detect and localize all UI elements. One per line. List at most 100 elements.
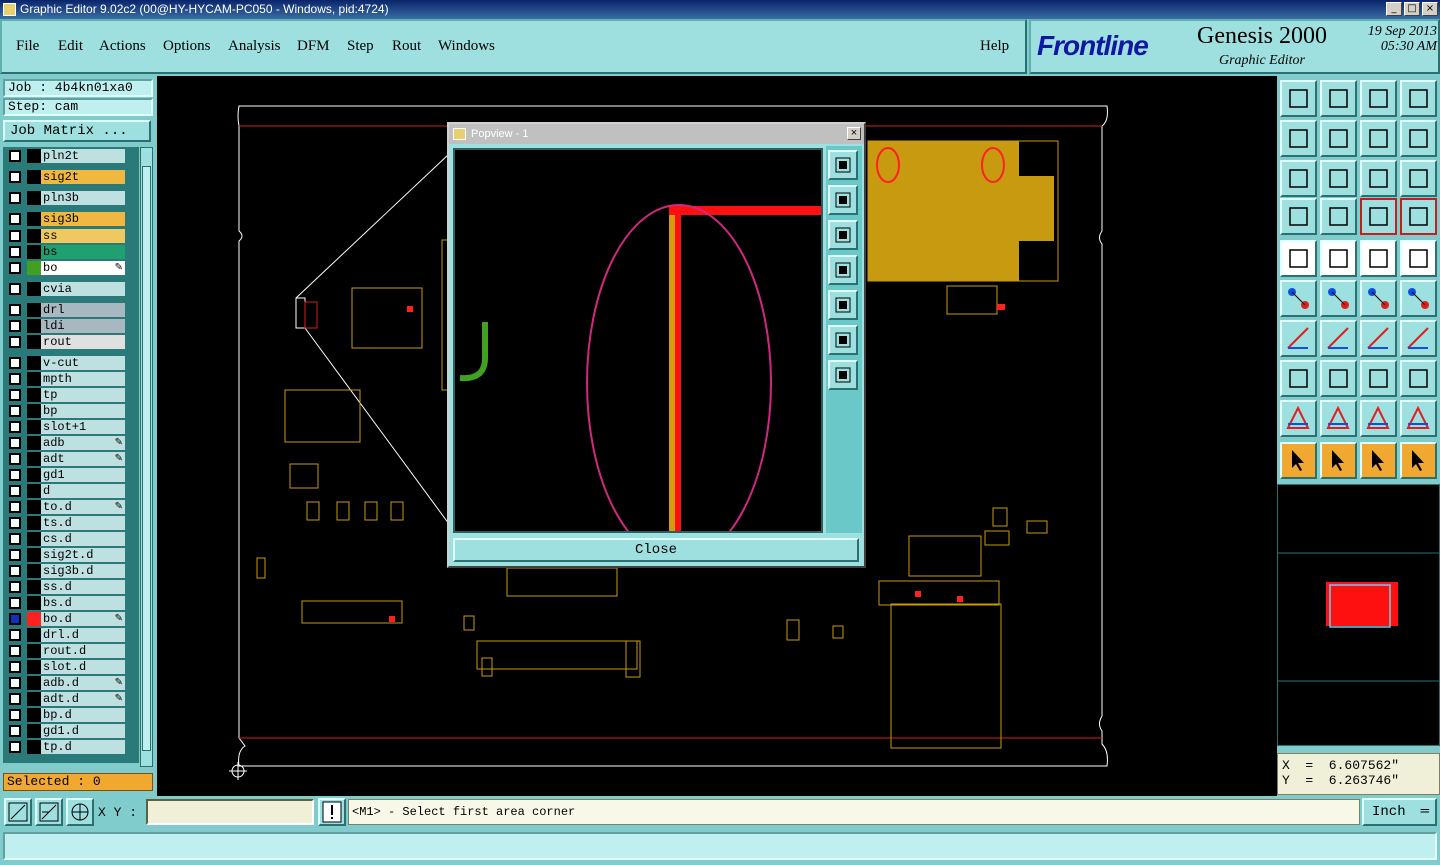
layer-name[interactable]: sig2t [41, 170, 125, 184]
layer-color-swatch[interactable] [27, 596, 41, 610]
circle-button[interactable] [1400, 360, 1437, 397]
layer-name[interactable]: adt [41, 452, 125, 466]
layer-row-sig3b[interactable]: sig3b [5, 212, 129, 226]
layer-row-v-cut[interactable]: v-cut [5, 356, 129, 370]
layer-color-swatch[interactable] [27, 170, 41, 184]
select-net-button[interactable] [1360, 442, 1397, 479]
pan-left-button[interactable] [828, 255, 858, 285]
close-window-button[interactable]: × [1422, 2, 1438, 16]
layer-name[interactable]: bp.d [41, 708, 125, 722]
snap-red-button[interactable] [1360, 198, 1397, 235]
mirror-button[interactable] [1360, 120, 1397, 157]
xy-input[interactable] [146, 799, 314, 825]
layer-color-swatch[interactable] [27, 708, 41, 722]
layer-checkbox[interactable] [9, 597, 21, 609]
node-button[interactable] [1280, 280, 1317, 317]
layer-row-gd1[interactable]: gd1 [5, 468, 129, 482]
help-button[interactable] [1400, 160, 1437, 197]
layer-name[interactable]: adt.d [41, 692, 125, 706]
layer-name[interactable]: drl [41, 303, 125, 317]
popview-titlebar[interactable]: Popview - 1 × [449, 124, 864, 144]
layer-checkbox[interactable] [9, 320, 21, 332]
move-button[interactable] [1400, 280, 1437, 317]
layer-row-bs.d[interactable]: bs.d [5, 596, 129, 610]
layer-name[interactable]: rout [41, 335, 125, 349]
layer-name[interactable]: sig3b [41, 212, 125, 226]
layer-row-gd1.d[interactable]: gd1.d [5, 724, 129, 738]
layer-checkbox[interactable] [9, 693, 21, 705]
layer-checkbox[interactable] [9, 629, 21, 641]
layer-checkbox[interactable] [9, 304, 21, 316]
down-button[interactable] [1320, 80, 1357, 117]
layer-row-tp[interactable]: tp [5, 388, 129, 402]
tri2-button[interactable] [1320, 400, 1357, 437]
layer-name[interactable]: tp [41, 388, 125, 402]
layer-checkbox[interactable] [9, 373, 21, 385]
layer-row-sig2t.d[interactable]: sig2t.d [5, 548, 129, 562]
layer-name[interactable]: adb.d [41, 676, 125, 690]
layer-color-swatch[interactable] [27, 245, 41, 259]
layer-name[interactable]: bo [41, 261, 125, 275]
arc-button[interactable] [1360, 320, 1397, 357]
units-dropdown[interactable]: Inch ═ [1362, 798, 1437, 826]
layer-checkbox[interactable] [9, 405, 21, 417]
layer-row-adt[interactable]: adt ✎ [5, 452, 129, 466]
ruler-button[interactable] [1360, 240, 1397, 277]
pad-add-button[interactable] [1280, 360, 1317, 397]
arrow-button[interactable] [1360, 280, 1397, 317]
diag-button[interactable] [1320, 320, 1357, 357]
select-button[interactable] [1280, 442, 1317, 479]
layer-color-swatch[interactable] [27, 261, 41, 275]
layer-row-ss[interactable]: ss [5, 229, 129, 243]
layer-checkbox[interactable] [9, 725, 21, 737]
layer-row-bs[interactable]: bs [5, 245, 129, 259]
layer-color-swatch[interactable] [27, 724, 41, 738]
layer-checkbox[interactable] [9, 517, 21, 529]
layer-color-swatch[interactable] [27, 532, 41, 546]
layer-name[interactable]: d [41, 484, 125, 498]
layer-row-mpth[interactable]: mpth [5, 372, 129, 386]
layer-row-bp.d[interactable]: bp.d [5, 708, 129, 722]
route-button[interactable] [1400, 442, 1437, 479]
layer-row-ss.d[interactable]: ss.d [5, 580, 129, 594]
layer-row-ts.d[interactable]: ts.d [5, 516, 129, 530]
layer-checkbox[interactable] [9, 336, 21, 348]
layer-color-swatch[interactable] [27, 468, 41, 482]
menu-rout[interactable]: Rout [392, 38, 421, 55]
layer-row-sig3b.d[interactable]: sig3b.d [5, 564, 129, 578]
layer-name[interactable]: mpth [41, 372, 125, 386]
layer-checkbox[interactable] [9, 389, 21, 401]
layer-color-swatch[interactable] [27, 191, 41, 205]
layer-color-swatch[interactable] [27, 388, 41, 402]
layer-name[interactable]: bs [41, 245, 125, 259]
layer-checkbox[interactable] [9, 645, 21, 657]
layer-color-swatch[interactable] [27, 612, 41, 626]
tri4-button[interactable] [1400, 400, 1437, 437]
layer-row-to.d[interactable]: to.d ✎ [5, 500, 129, 514]
layer-name[interactable]: tp.d [41, 740, 125, 754]
maximize-button[interactable]: □ [1404, 2, 1420, 16]
pan-down-button[interactable] [828, 220, 858, 250]
layer-checkbox[interactable] [9, 421, 21, 433]
layer-color-swatch[interactable] [27, 452, 41, 466]
layer-row-cvia[interactable]: cvia [5, 282, 129, 296]
split-button[interactable] [1400, 80, 1437, 117]
menu-analysis[interactable]: Analysis [228, 38, 281, 55]
grid-button[interactable] [66, 798, 94, 826]
layer-name[interactable]: drl.d [41, 628, 125, 642]
layer-row-pln3b[interactable]: pln3b [5, 191, 129, 205]
layer-color-swatch[interactable] [27, 372, 41, 386]
layer-checkbox[interactable] [9, 283, 21, 295]
layer-name[interactable]: ss.d [41, 580, 125, 594]
layer-checkbox[interactable] [9, 709, 21, 721]
layer-row-slot.d[interactable]: slot.d [5, 660, 129, 674]
layer-color-swatch[interactable] [27, 356, 41, 370]
layer-row-bp[interactable]: bp [5, 404, 129, 418]
layer-name[interactable]: pln3b [41, 191, 125, 205]
layer-checkbox[interactable] [9, 453, 21, 465]
pan-right-button[interactable] [828, 290, 858, 320]
menu-step[interactable]: Step [347, 38, 374, 55]
layer-name[interactable]: bs.d [41, 596, 125, 610]
tri-button[interactable] [1280, 400, 1317, 437]
popview-canvas[interactable] [453, 148, 823, 562]
